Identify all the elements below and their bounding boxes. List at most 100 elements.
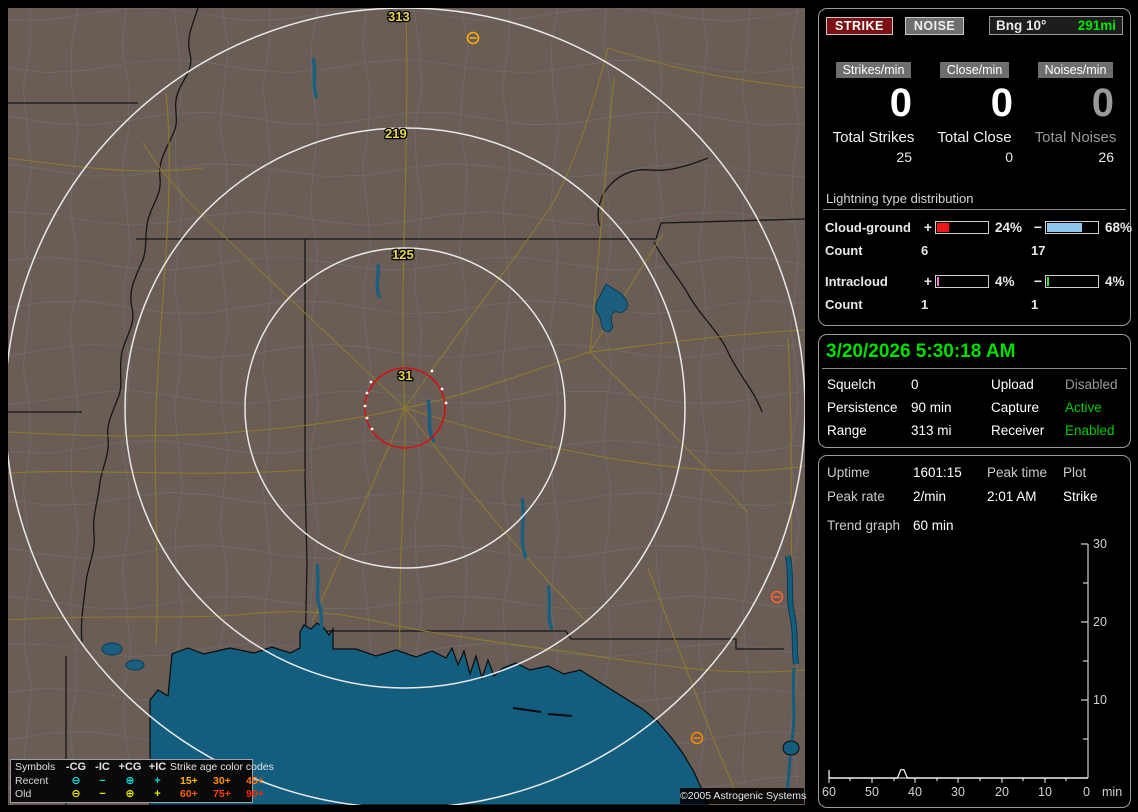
total-strikes-label: Total Strikes — [832, 129, 915, 146]
intracloud-label: Intracloud — [825, 273, 888, 289]
age-code-15: 15+ — [180, 774, 198, 787]
peak-rate-label: Peak rate — [827, 489, 885, 504]
ic-positive-bar — [935, 274, 989, 288]
minus-sign: − — [1033, 273, 1043, 289]
status-row: Squelch 0 Upload Disabled — [827, 377, 1122, 392]
legend-header-neg-ic: -IC — [95, 761, 110, 773]
age-code-90: 90+ — [246, 788, 264, 801]
plus-sign: + — [923, 273, 933, 289]
total-noises-label: Total Noises — [1034, 129, 1117, 146]
cg-positive-bar — [935, 220, 989, 234]
y-ticks — [1081, 543, 1088, 740]
ic-negative-pct: 4% — [1105, 273, 1125, 289]
x-tick-10: 10 — [1038, 785, 1052, 799]
strikes-per-min-badge[interactable]: Strikes/min — [835, 62, 912, 78]
trend-axes — [829, 544, 1089, 779]
legend-header-symbols: Symbols — [15, 761, 56, 773]
close-per-min-badge[interactable]: Close/min — [939, 62, 1010, 78]
status-row: Range 313 mi Receiver Enabled — [827, 423, 1122, 438]
cg-positive-count: 6 — [921, 243, 929, 258]
total-strikes-value: 25 — [896, 149, 912, 165]
cloud-ground-count-row: Count 6 17 — [825, 243, 1124, 258]
age-code-60: 60+ — [180, 788, 198, 801]
cloud-ground-label: Cloud-ground — [825, 219, 911, 235]
status-panel: 3/20/2026 5:30:18 AM Squelch 0 Upload Di… — [818, 334, 1131, 448]
old-pos-cg-icon: ⊕ — [125, 788, 135, 801]
ic-positive-count: 1 — [921, 297, 929, 312]
ring-label-219: 219 — [385, 126, 407, 141]
legend-age-title: Strike age color codes — [170, 761, 274, 773]
bearing-label: Bng 10° — [996, 18, 1047, 33]
lightning-map[interactable]: 313 219 125 31 Symbols -CG -IC +CG +IC S… — [8, 8, 806, 805]
close-column: Close/min 0 Total Close 0 — [924, 61, 1025, 165]
old-neg-cg-icon: ⊖ — [71, 788, 81, 801]
persistence-label: Persistence — [827, 400, 898, 415]
legend-row-recent-label: Recent — [15, 774, 49, 787]
age-code-30: 30+ — [213, 774, 231, 787]
age-code-75: 75+ — [213, 788, 231, 801]
trend-graph-value: 60 min — [913, 518, 954, 533]
ic-negative-bar — [1045, 274, 1099, 288]
legend-header-neg-cg: -CG — [65, 761, 87, 773]
old-pos-ic-icon: + — [154, 788, 161, 801]
cg-negative-pct: 68% — [1105, 219, 1133, 235]
upload-label: Upload — [991, 377, 1034, 392]
bearing-distance: 291mi — [1077, 18, 1116, 33]
x-tick-30: 30 — [951, 785, 965, 799]
ring-label-125: 125 — [392, 247, 414, 262]
noises-column: Noises/min 0 Total Noises 26 — [1025, 61, 1126, 165]
count-label: Count — [825, 297, 863, 312]
ic-negative-count: 1 — [1031, 297, 1039, 312]
divider — [822, 368, 1127, 369]
capture-state: Active — [1065, 400, 1102, 415]
close-per-min-value: 0 — [990, 81, 1013, 125]
y-tick-30: 30 — [1093, 537, 1107, 551]
x-tick-40: 40 — [908, 785, 922, 799]
peak-time-label: Peak time — [987, 465, 1048, 480]
uptime-label: Uptime — [827, 465, 870, 480]
strikes-column: Strikes/min 0 Total Strikes 25 — [823, 61, 924, 165]
peak-rate-value: 2/min — [913, 489, 947, 504]
legend-header-pos-cg: +CG — [118, 761, 142, 773]
uptime-value: 1601:15 — [913, 465, 962, 480]
strike-mode-button[interactable]: STRIKE — [826, 16, 893, 35]
cg-negative-bar — [1045, 220, 1099, 234]
capture-label: Capture — [991, 400, 1040, 415]
plot-label: Plot — [1063, 465, 1087, 480]
recent-pos-cg-icon: ⊕ — [125, 774, 135, 787]
squelch-value: 0 — [911, 377, 919, 392]
cloud-ground-row: Cloud-ground + 24% − 68% — [825, 219, 1132, 235]
upload-state: Disabled — [1065, 377, 1118, 392]
trend-graph-label: Trend graph — [827, 518, 901, 533]
y-tick-20: 20 — [1093, 615, 1107, 629]
count-label: Count — [825, 243, 863, 258]
plot-value: Strike — [1063, 489, 1098, 504]
old-neg-ic-icon: − — [99, 788, 106, 801]
noises-per-min-value: 0 — [1091, 81, 1114, 125]
minus-sign: − — [1033, 219, 1043, 235]
strikes-per-min-value: 0 — [889, 81, 912, 125]
x-tick-60: 60 — [822, 785, 836, 799]
map-canvas[interactable]: 313 219 125 31 — [8, 8, 805, 805]
total-noises-value: 26 — [1098, 149, 1114, 165]
recent-neg-cg-icon: ⊖ — [71, 774, 81, 787]
noise-mode-button[interactable]: NOISE — [904, 16, 965, 35]
intracloud-row: Intracloud + 4% − 4% — [825, 273, 1125, 289]
recent-pos-ic-icon: + — [154, 774, 161, 787]
total-close-label: Total Close — [937, 129, 1012, 146]
age-code-45: 45+ — [246, 774, 264, 787]
receiver-label: Receiver — [991, 423, 1045, 438]
legend-row-old-label: Old — [15, 788, 32, 801]
intracloud-count-row: Count 1 1 — [825, 297, 1124, 312]
datetime-display: 3/20/2026 5:30:18 AM — [826, 341, 1016, 362]
x-tick-0: 0 — [1083, 785, 1090, 799]
trend-graph: 30 20 10 60 50 40 30 20 10 0 min — [822, 537, 1122, 799]
total-close-value: 0 — [1005, 149, 1013, 165]
info-row: Peak rate 2/min 2:01 AM Strike — [827, 489, 1122, 504]
x-tick-20: 20 — [995, 785, 1009, 799]
x-unit-label: min — [1102, 785, 1122, 799]
receiver-state: Enabled — [1065, 423, 1115, 438]
trend-series-strike — [828, 769, 1088, 779]
legend-header-pos-ic: +IC — [148, 761, 167, 773]
noises-per-min-badge[interactable]: Noises/min — [1037, 62, 1114, 78]
